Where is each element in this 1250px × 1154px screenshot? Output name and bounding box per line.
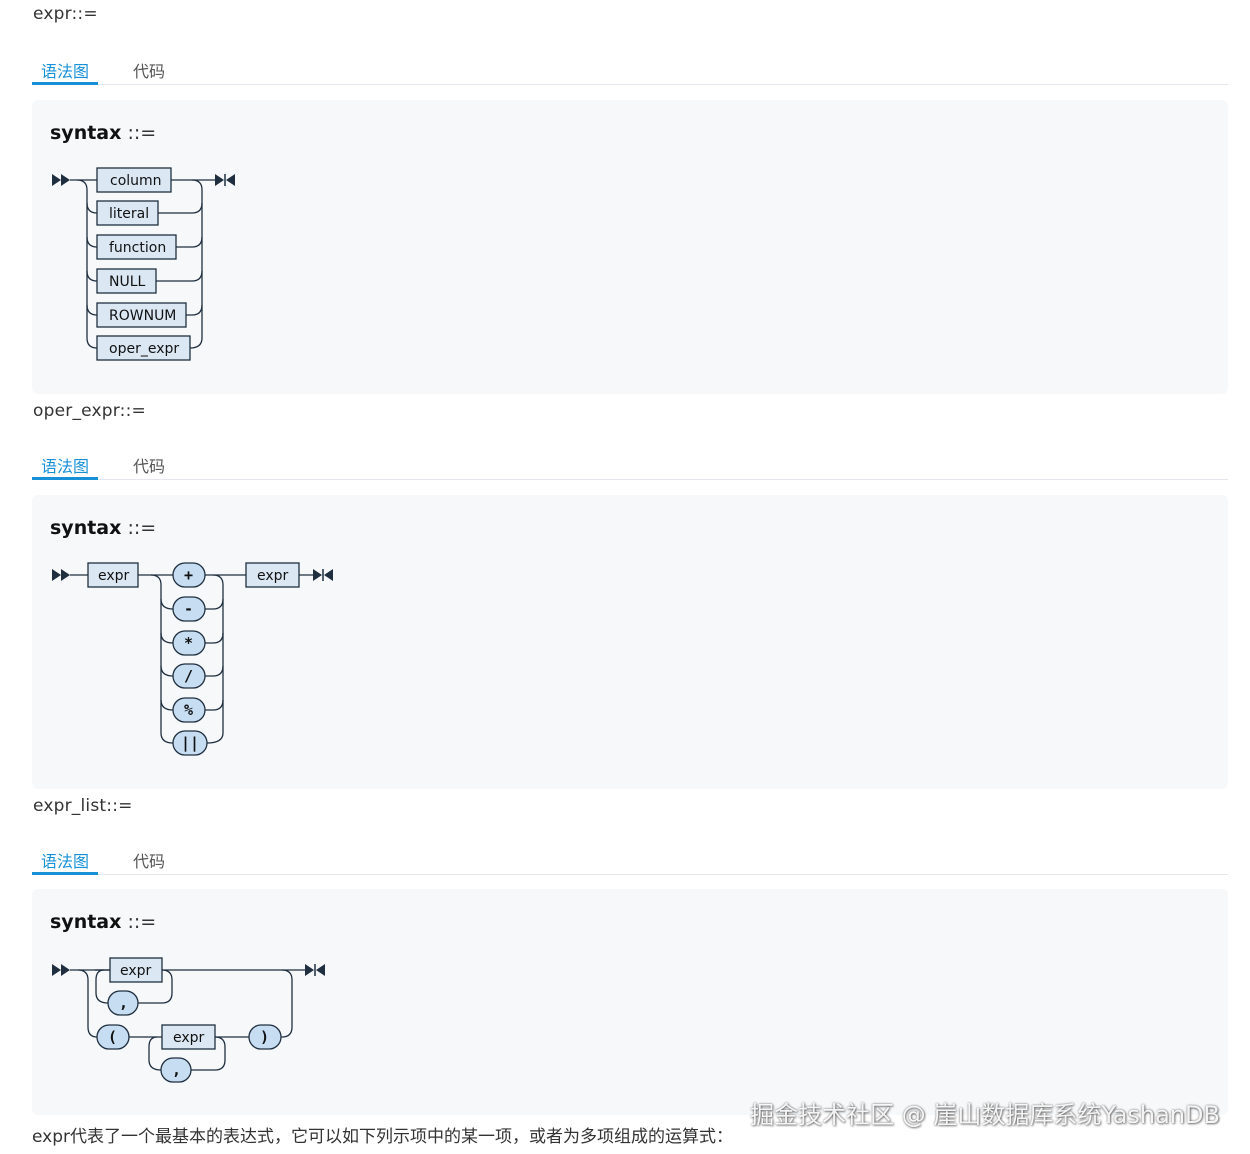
terminal-comma-inner[interactable]: ,	[160, 1057, 192, 1083]
end-marker-icon	[313, 569, 333, 581]
tab-bar-expr: 语法图 代码	[32, 54, 1228, 85]
section-heading-expr: expr::=	[33, 4, 98, 24]
terminal-comma[interactable]: ,	[107, 990, 139, 1016]
terminal-concat[interactable]: ||	[172, 730, 208, 756]
syntax-panel-expr: syntax ::= column literal function NULL …	[32, 100, 1228, 394]
box-label: oper_expr	[109, 341, 179, 357]
operator-label: ||	[181, 734, 199, 753]
tab-bar-expr-list: 语法图 代码	[32, 844, 1228, 875]
start-marker-icon	[52, 569, 70, 581]
terminal-divide[interactable]: /	[172, 663, 206, 689]
box-label: expr	[120, 963, 152, 979]
operator-label: +	[184, 566, 193, 584]
section-heading-expr-list: expr_list::=	[33, 796, 133, 816]
terminal-plus[interactable]: +	[172, 562, 206, 588]
terminal-open-paren[interactable]: (	[96, 1024, 130, 1050]
end-marker-icon	[305, 964, 325, 976]
nonterminal-oper-expr[interactable]: oper_expr	[96, 335, 191, 361]
tab-label: 语法图	[41, 62, 90, 81]
nonterminal-null[interactable]: NULL	[96, 268, 157, 294]
terminal-minus[interactable]: -	[172, 596, 206, 622]
terminal-close-paren[interactable]: )	[248, 1024, 282, 1050]
active-tab-indicator	[32, 477, 98, 480]
box-label: expr	[173, 1030, 205, 1046]
tab-bar-oper-expr: 语法图 代码	[32, 449, 1228, 480]
box-label: function	[109, 240, 166, 256]
operator-label: %	[184, 701, 193, 719]
box-label: expr	[98, 568, 130, 584]
box-label: NULL	[109, 274, 146, 290]
nonterminal-literal[interactable]: literal	[96, 200, 159, 226]
nonterminal-expr-left[interactable]: expr	[87, 562, 139, 588]
tab-code[interactable]: 代码	[133, 58, 165, 83]
box-label: column	[110, 173, 162, 189]
tab-syntax-diagram[interactable]: 语法图	[41, 848, 89, 873]
operator-label: /	[184, 667, 193, 685]
tab-code[interactable]: 代码	[133, 848, 165, 873]
start-marker-icon	[52, 174, 70, 186]
nonterminal-expr-inner[interactable]: expr	[161, 1024, 216, 1050]
operator-label: -	[184, 600, 193, 618]
nonterminal-expr[interactable]: expr	[109, 957, 163, 983]
watermark: 掘金技术社区 @ 崖山数据库系统YashanDB	[750, 1101, 1220, 1129]
tab-label: 代码	[133, 852, 166, 871]
tab-syntax-diagram[interactable]: 语法图	[41, 58, 89, 83]
terminal-modulo[interactable]: %	[172, 697, 206, 723]
active-tab-indicator	[32, 82, 98, 85]
operator-label: *	[184, 634, 193, 652]
operator-label: ,	[119, 994, 128, 1012]
tab-label: 代码	[133, 62, 166, 81]
syntax-panel-oper-expr: syntax ::= expr + - * / % || expr	[32, 495, 1228, 789]
active-tab-indicator	[32, 872, 98, 875]
operator-label: )	[260, 1028, 269, 1046]
box-label: expr	[257, 568, 289, 584]
tab-label: 代码	[133, 457, 166, 476]
syntax-panel-expr-list: syntax ::= expr , ( expr ,)	[32, 889, 1228, 1115]
box-label: ROWNUM	[109, 308, 176, 324]
start-marker-icon	[52, 964, 70, 976]
tab-code[interactable]: 代码	[133, 453, 165, 478]
operator-label: (	[108, 1028, 117, 1046]
railroad-diagram-expr-list: expr , ( expr , )	[52, 957, 325, 1083]
description-text: expr代表了一个最基本的表达式，它可以如下列示项中的某一项，或者为多项组成的运…	[32, 1127, 733, 1147]
tab-syntax-diagram[interactable]: 语法图	[41, 453, 89, 478]
nonterminal-function[interactable]: function	[96, 234, 177, 260]
nonterminal-rownum[interactable]: ROWNUM	[96, 302, 187, 328]
box-label: literal	[109, 206, 149, 222]
end-marker-icon	[215, 174, 235, 186]
nonterminal-column[interactable]: column	[96, 167, 172, 193]
section-heading-oper-expr: oper_expr::=	[33, 401, 146, 421]
railroad-diagram-expr: column literal function NULL ROWNUM oper…	[52, 167, 235, 361]
tab-label: 语法图	[41, 457, 90, 476]
railroad-diagram-oper-expr: expr + - * / % || expr	[52, 562, 333, 756]
nonterminal-expr-right[interactable]: expr	[245, 562, 300, 588]
terminal-multiply[interactable]: *	[172, 630, 206, 656]
tab-label: 语法图	[41, 852, 90, 871]
operator-label: ,	[172, 1061, 181, 1079]
